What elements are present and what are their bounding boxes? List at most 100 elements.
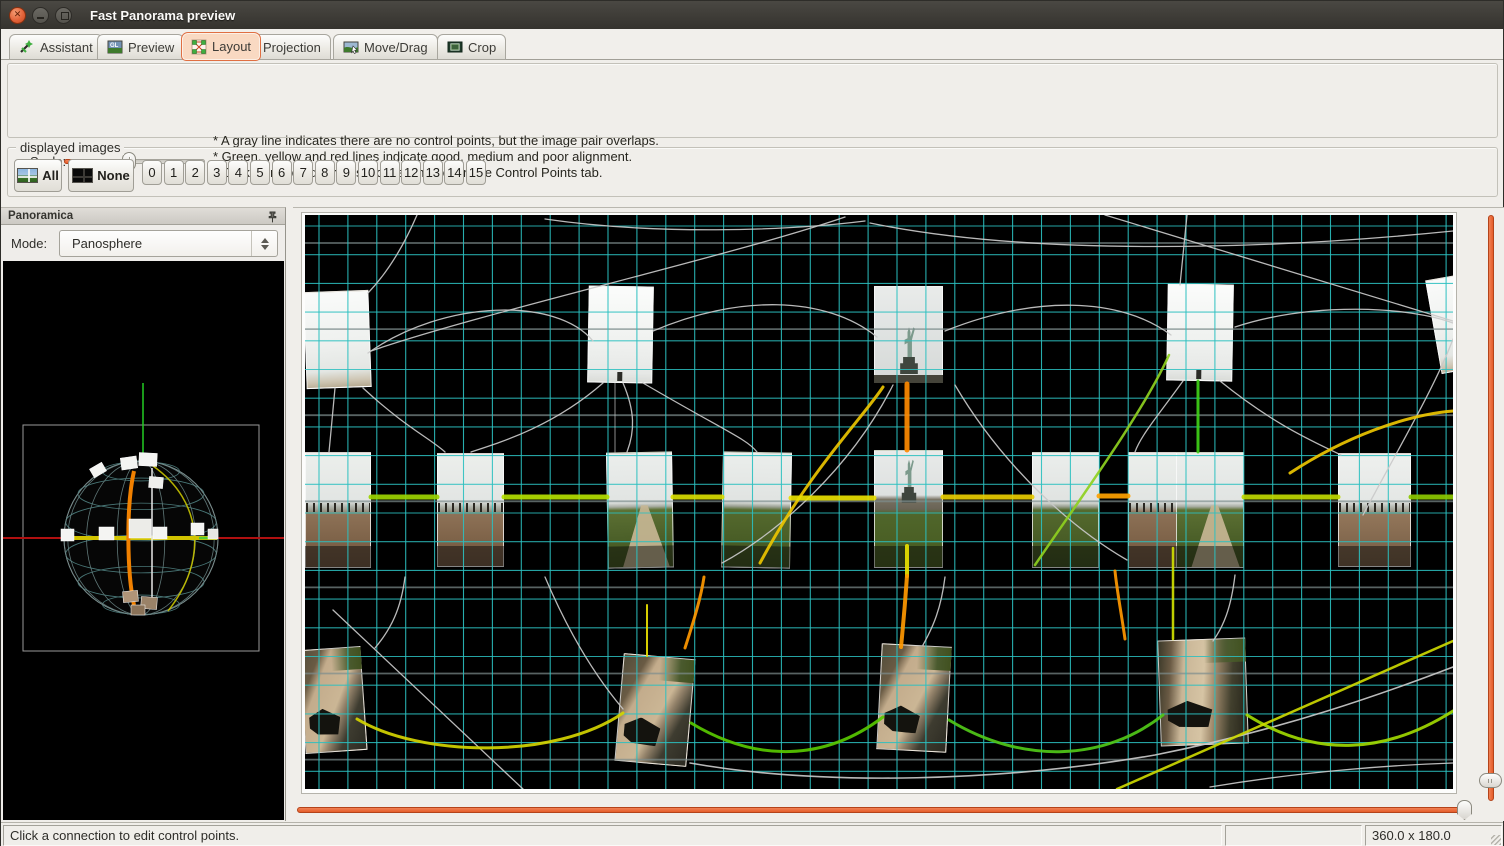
photo-tile-horizonPeople[interactable] <box>305 452 371 568</box>
panoramica-dock-panel: Panoramica Mode: Panosphere <box>1 207 286 821</box>
photo-tile-skyStatue[interactable] <box>874 286 943 383</box>
assistant-icon <box>19 39 35 55</box>
tab-assistant[interactable]: Assistant <box>9 34 103 60</box>
preview-gl-icon: GL <box>107 39 123 55</box>
horizontal-pan-slider[interactable] <box>297 807 1465 813</box>
photo-tile-horizonPath[interactable] <box>606 451 674 568</box>
layout-icon <box>191 39 207 55</box>
mode-label: Mode: <box>11 236 47 251</box>
image-toggle-0[interactable]: 0 <box>142 160 162 185</box>
panoramica-header: Panoramica <box>1 208 285 225</box>
overlap-shade <box>874 546 943 568</box>
overlap-shade <box>1176 546 1244 568</box>
tab-bar: Assistant GL Preview Layout Projection Move/D… <box>1 29 1503 60</box>
image-toggle-5[interactable]: 5 <box>250 160 270 185</box>
tab-label: Assistant <box>40 40 93 55</box>
status-message-section: Click a connection to edit control point… <box>3 825 1222 846</box>
image-toggle-11[interactable]: 11 <box>380 160 400 185</box>
tab-label: Crop <box>468 40 496 55</box>
status-message: Click a connection to edit control point… <box>10 828 239 843</box>
tab-projection[interactable]: Projection <box>253 34 331 60</box>
svg-text:GL: GL <box>110 43 119 49</box>
photo-tile-horizonGrass[interactable] <box>721 451 792 568</box>
tab-label: Move/Drag <box>364 40 428 55</box>
panosphere-3d-viewport[interactable] <box>3 261 284 820</box>
title-bar: Fast Panorama preview <box>1 1 1503 29</box>
image-toggle-13[interactable]: 13 <box>423 160 443 185</box>
panosphere-preview <box>3 261 284 820</box>
image-toggle-6[interactable]: 6 <box>272 160 292 185</box>
mode-value: Panosphere <box>72 236 142 251</box>
photo-tile-sky[interactable] <box>1425 271 1453 374</box>
photo-tile-horizonPath[interactable] <box>1176 452 1244 568</box>
displayed-images-groupbox: displayed images All None 01234567891011… <box>7 147 1498 197</box>
image-toggle-14[interactable]: 14 <box>444 160 464 185</box>
scale-groupbox: Scale: * A gray line indicates there are… <box>7 63 1498 138</box>
photo-tile-sky2[interactable] <box>587 285 654 383</box>
photo-tile-sky2[interactable] <box>1166 283 1234 381</box>
photo-tile-ground[interactable] <box>305 646 368 754</box>
image-toggle-15[interactable]: 15 <box>466 160 486 185</box>
overlap-shade <box>305 546 371 568</box>
resize-grip[interactable] <box>1491 835 1501 845</box>
none-button-label: None <box>97 168 130 183</box>
mode-row: Mode: Panosphere <box>1 225 285 261</box>
photo-tile-horizonGrass[interactable] <box>1032 452 1099 568</box>
pano-size-value: 360.0 x 180.0 <box>1372 828 1451 843</box>
photo-tile-ground2[interactable] <box>1157 637 1249 746</box>
image-toggle-9[interactable]: 9 <box>336 160 356 185</box>
window-close-button[interactable] <box>9 7 26 24</box>
spin-down-icon <box>261 245 269 250</box>
show-all-images-button[interactable]: All <box>14 159 62 192</box>
tab-preview[interactable]: GL Preview <box>97 34 184 60</box>
photo-tile-ground[interactable] <box>876 643 951 753</box>
overlap-shade <box>1338 546 1411 567</box>
photo-tile-horizonPeople[interactable] <box>437 453 504 567</box>
tab-layout[interactable]: Layout <box>181 32 261 61</box>
window-maximize-button[interactable] <box>55 7 72 24</box>
pin-icon[interactable] <box>268 211 277 223</box>
panoramica-title: Panoramica <box>8 210 73 222</box>
spin-up-icon <box>261 238 269 243</box>
overlap-shade <box>437 546 504 567</box>
image-toggle-3[interactable]: 3 <box>207 160 227 185</box>
displayed-images-label: displayed images <box>16 140 124 155</box>
pano-size-section: 360.0 x 180.0 <box>1365 825 1502 846</box>
combobox-spin-buttons[interactable] <box>251 231 277 256</box>
image-toggle-4[interactable]: 4 <box>228 160 248 185</box>
vertical-pan-slider[interactable] <box>1488 215 1494 801</box>
mode-combobox[interactable]: Panosphere <box>59 230 278 257</box>
image-toggle-7[interactable]: 7 <box>293 160 313 185</box>
layout-canvas[interactable] <box>305 215 1453 789</box>
image-toggle-1[interactable]: 1 <box>164 160 184 185</box>
overlap-shade <box>721 546 790 569</box>
image-toggle-12[interactable]: 12 <box>401 160 421 185</box>
tab-label: Layout <box>212 39 251 54</box>
status-bar: Click a connection to edit control point… <box>1 822 1503 846</box>
photo-tile-sky[interactable] <box>305 290 372 389</box>
all-images-icon <box>17 168 38 183</box>
tab-label: Preview <box>128 40 174 55</box>
crop-icon <box>447 39 463 55</box>
show-no-images-button[interactable]: None <box>68 159 134 192</box>
overlap-shade <box>608 546 674 569</box>
all-button-label: All <box>42 168 59 183</box>
layout-panel <box>293 207 1504 821</box>
tab-movedrag[interactable]: Move/Drag <box>333 34 438 60</box>
photo-tile-ground[interactable] <box>614 653 695 767</box>
status-empty-section <box>1225 825 1362 846</box>
overlap-shade <box>1032 546 1099 568</box>
photo-tile-horizonPeople2[interactable] <box>1338 453 1411 567</box>
window-minimize-button[interactable] <box>32 7 49 24</box>
canvas-frame <box>301 212 1457 794</box>
fast-panorama-preview-window: Fast Panorama preview Assistant GL Preview… <box>0 0 1504 846</box>
tab-crop[interactable]: Crop <box>437 34 506 60</box>
no-images-icon <box>72 168 93 183</box>
image-toggle-8[interactable]: 8 <box>315 160 335 185</box>
vertical-pan-slider-thumb[interactable] <box>1479 773 1502 788</box>
movedrag-icon <box>343 39 359 55</box>
photo-tile-horizonStatue[interactable] <box>874 450 943 568</box>
image-toggle-2[interactable]: 2 <box>185 160 205 185</box>
tab-label: Projection <box>263 40 321 55</box>
image-toggle-10[interactable]: 10 <box>358 160 378 185</box>
